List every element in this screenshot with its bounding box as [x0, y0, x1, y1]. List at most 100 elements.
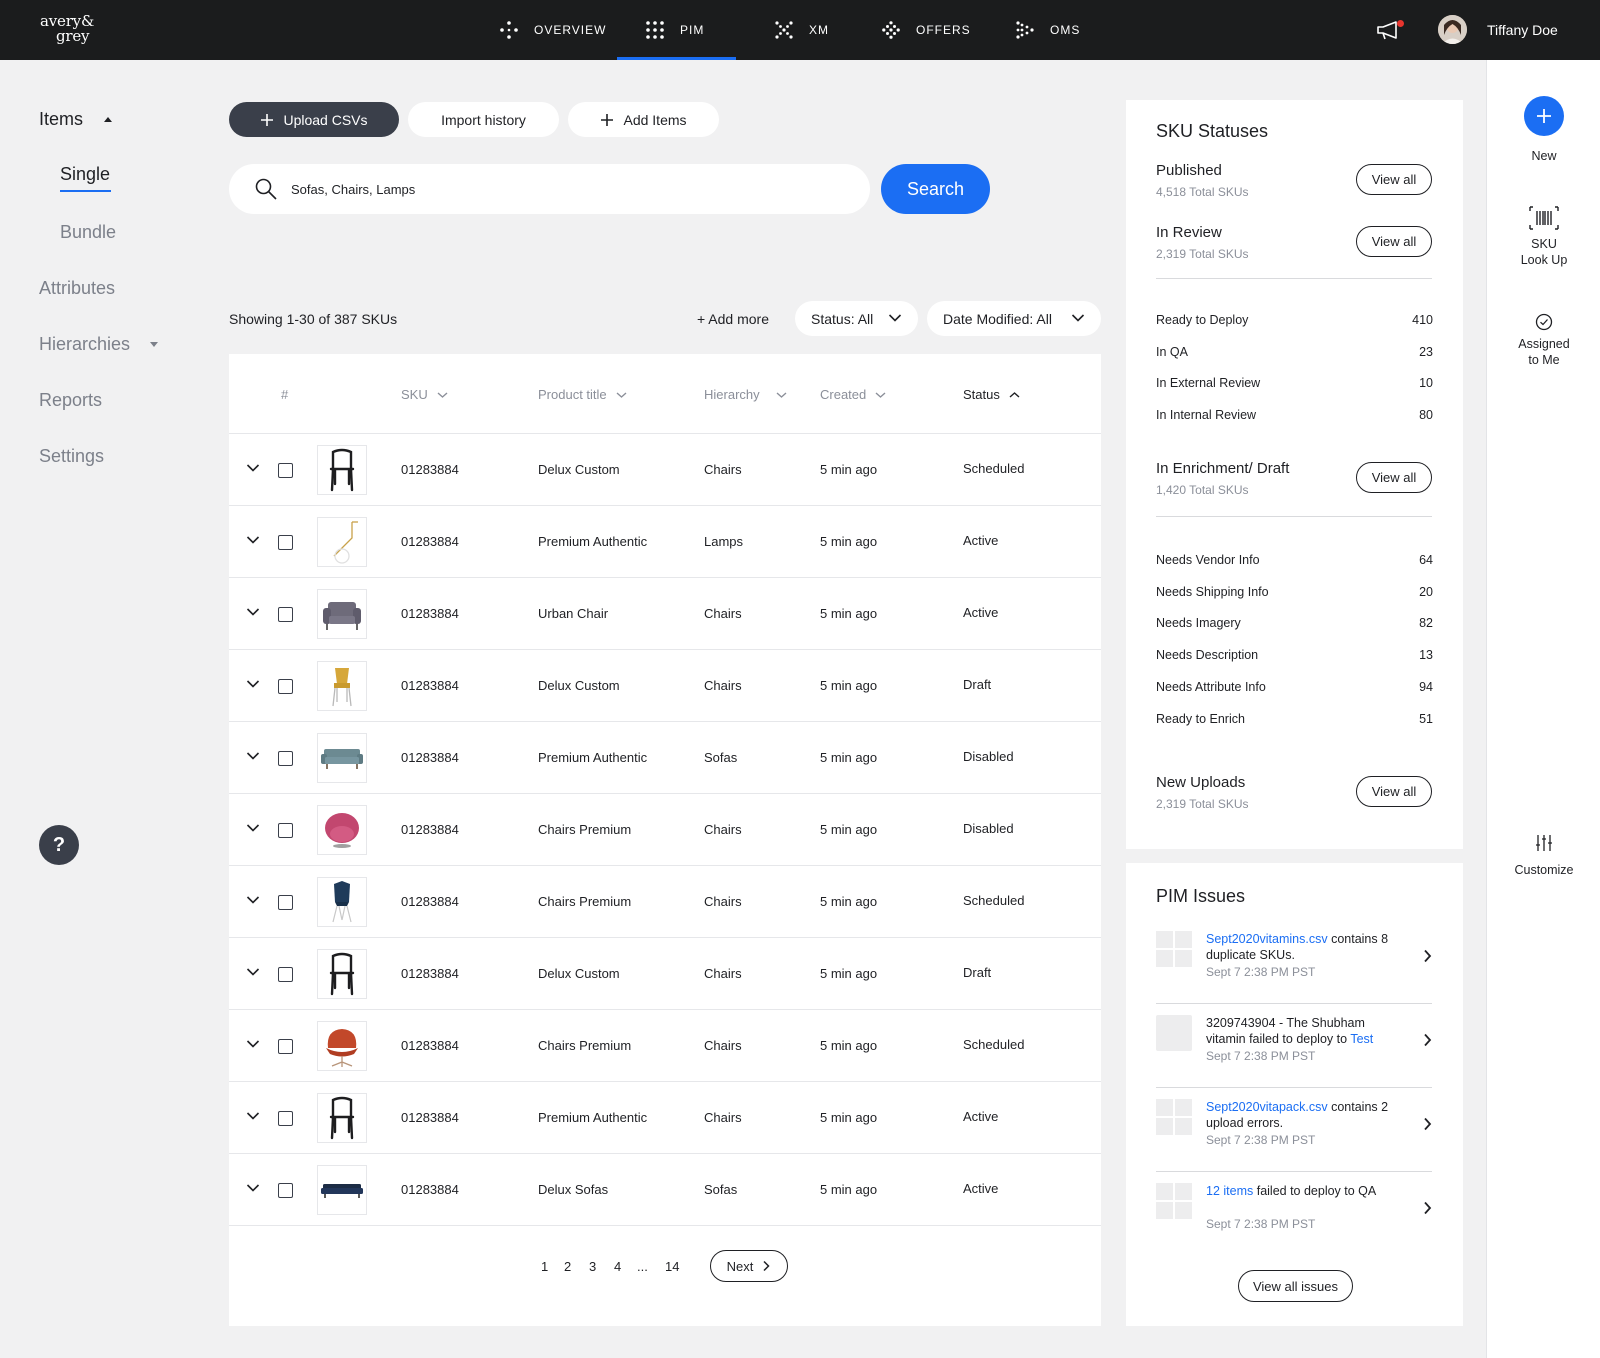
table-row[interactable]: 01283884 Chairs Premium Chairs 5 min ago Sch… [229, 866, 1101, 938]
sliders-icon[interactable] [1487, 834, 1600, 856]
issue-link[interactable]: 12 items [1206, 1184, 1253, 1198]
chevron-down-icon[interactable] [246, 751, 260, 761]
row-checkbox[interactable] [278, 1183, 293, 1198]
brand-logo[interactable]: avery& grey [40, 14, 94, 44]
assigned-to-me-button[interactable]: Assigned to Me [1487, 336, 1600, 368]
sidebar-item-reports[interactable]: Reports [39, 390, 102, 411]
avatar[interactable] [1438, 15, 1467, 44]
row-checkbox[interactable] [278, 535, 293, 550]
issue-item[interactable]: 12 items failed to deploy to QA Sept 7 2:… [1156, 1183, 1432, 1243]
chevron-right-icon[interactable] [1423, 1117, 1432, 1131]
row-checkbox[interactable] [278, 1039, 293, 1054]
check-circle-icon[interactable] [1487, 313, 1600, 335]
row-checkbox[interactable] [278, 463, 293, 478]
issue-link[interactable]: Sept2020vitapack.csv [1206, 1100, 1328, 1114]
nav-item-overview[interactable]: OVERVIEW [500, 0, 606, 60]
chevron-down-icon[interactable] [246, 1111, 260, 1121]
table-row[interactable]: 01283884 Premium Authentic Lamps 5 min ago A… [229, 506, 1101, 578]
status-breakdown-label[interactable]: Needs Shipping Info [1156, 585, 1269, 599]
column-header-sku[interactable]: SKU [401, 387, 448, 402]
issue-link[interactable]: Sept2020vitamins.csv [1206, 932, 1328, 946]
table-row[interactable]: 01283884 Premium Authentic Chairs 5 min ago… [229, 1082, 1101, 1154]
search-button[interactable]: Search [881, 164, 990, 214]
chevron-down-icon[interactable] [246, 895, 260, 905]
column-header-product-title[interactable]: Product title [538, 387, 627, 402]
caret-up-icon[interactable] [104, 117, 112, 122]
row-checkbox[interactable] [278, 679, 293, 694]
issue-item[interactable]: 3209743904 - The Shubham vitamin failed … [1156, 1015, 1432, 1075]
status-breakdown-label[interactable]: Needs Vendor Info [1156, 553, 1260, 567]
row-checkbox[interactable] [278, 1111, 293, 1126]
chevron-down-icon[interactable] [246, 463, 260, 473]
page-link[interactable]: 1 [541, 1259, 548, 1274]
customize-button[interactable]: Customize [1487, 862, 1600, 878]
status-breakdown-label[interactable]: In Internal Review [1156, 408, 1256, 422]
chevron-down-icon[interactable] [246, 823, 260, 833]
sku-lookup-button[interactable]: SKU Look Up [1487, 236, 1600, 268]
status-filter-dropdown[interactable]: Status: All [795, 301, 918, 336]
page-link[interactable]: 3 [589, 1259, 596, 1274]
row-checkbox[interactable] [278, 751, 293, 766]
view-all-issues-button[interactable]: View all issues [1238, 1270, 1353, 1302]
caret-down-icon[interactable] [150, 342, 158, 347]
view-all-in-review-button[interactable]: View all [1356, 226, 1432, 257]
row-checkbox[interactable] [278, 895, 293, 910]
row-checkbox[interactable] [278, 607, 293, 622]
row-checkbox[interactable] [278, 823, 293, 838]
nav-item-pim[interactable]: PIM [616, 0, 737, 60]
table-row[interactable]: 01283884 Urban Chair Chairs 5 min ago Active [229, 578, 1101, 650]
new-button[interactable] [1524, 96, 1564, 136]
chevron-down-icon[interactable] [246, 1183, 260, 1193]
column-header-created[interactable]: Created [820, 387, 886, 402]
view-all-published-button[interactable]: View all [1356, 164, 1432, 195]
sidebar-item-attributes[interactable]: Attributes [39, 278, 115, 299]
search-input[interactable] [291, 179, 831, 199]
sidebar-item-bundle[interactable]: Bundle [60, 222, 116, 243]
table-row[interactable]: 01283884 Premium Authentic Sofas 5 min ago D… [229, 722, 1101, 794]
barcode-icon[interactable] [1487, 206, 1600, 234]
upload-csvs-button[interactable]: Upload CSVs [229, 102, 399, 137]
view-all-new-uploads-button[interactable]: View all [1356, 776, 1432, 807]
table-row[interactable]: 01283884 Chairs Premium Chairs 5 min ago Sch… [229, 1010, 1101, 1082]
chevron-down-icon[interactable] [246, 679, 260, 689]
issue-link[interactable]: Test [1350, 1032, 1373, 1046]
chevron-down-icon[interactable] [246, 1039, 260, 1049]
column-header-hierarchy[interactable]: Hierarchy [704, 387, 787, 402]
status-breakdown-label[interactable]: Needs Attribute Info [1156, 680, 1266, 694]
import-history-button[interactable]: Import history [408, 102, 559, 137]
sidebar-item-single[interactable]: Single [60, 164, 110, 185]
add-more-filters-link[interactable]: + Add more [697, 311, 769, 327]
nav-item-xm[interactable]: XM [775, 0, 829, 60]
status-breakdown-label[interactable]: In QA [1156, 345, 1188, 359]
column-header-status[interactable]: Status [963, 387, 1020, 402]
table-row[interactable]: 01283884 Delux Custom Chairs 5 min ago Draft [229, 650, 1101, 722]
page-link[interactable]: 14 [665, 1259, 679, 1274]
sidebar-item-settings[interactable]: Settings [39, 446, 104, 467]
view-all-enrichment-button[interactable]: View all [1356, 462, 1432, 493]
add-items-button[interactable]: Add Items [568, 102, 719, 137]
status-breakdown-label[interactable]: Ready to Deploy [1156, 313, 1248, 327]
user-name[interactable]: Tiffany Doe [1487, 22, 1558, 38]
issue-item[interactable]: Sept2020vitapack.csv contains 2 upload e… [1156, 1099, 1432, 1159]
chevron-right-icon[interactable] [1423, 1033, 1432, 1047]
status-breakdown-label[interactable]: Needs Description [1156, 648, 1258, 662]
page-link[interactable]: 2 [564, 1259, 571, 1274]
table-row[interactable]: 01283884 Delux Custom Chairs 5 min ago Draft [229, 938, 1101, 1010]
chevron-down-icon[interactable] [246, 607, 260, 617]
chevron-right-icon[interactable] [1423, 1201, 1432, 1215]
row-checkbox[interactable] [278, 967, 293, 982]
table-row[interactable]: 01283884 Chairs Premium Chairs 5 min ago Dis… [229, 794, 1101, 866]
nav-item-oms[interactable]: OMS [1016, 0, 1080, 60]
page-link[interactable]: 4 [614, 1259, 621, 1274]
table-row[interactable]: 01283884 Delux Sofas Sofas 5 min ago Active [229, 1154, 1101, 1226]
chevron-down-icon[interactable] [246, 535, 260, 545]
chevron-right-icon[interactable] [1423, 949, 1432, 963]
status-breakdown-label[interactable]: Ready to Enrich [1156, 712, 1245, 726]
next-page-button[interactable]: Next [710, 1250, 788, 1282]
table-row[interactable]: 01283884 Delux Custom Chairs 5 min ago Sched… [229, 434, 1101, 506]
help-button[interactable]: ? [39, 825, 79, 865]
sidebar-item-items[interactable]: Items [39, 109, 83, 130]
issue-item[interactable]: Sept2020vitamins.csv contains 8 duplicat… [1156, 931, 1432, 991]
nav-item-offers[interactable]: OFFERS [882, 0, 971, 60]
status-breakdown-label[interactable]: In External Review [1156, 376, 1260, 390]
